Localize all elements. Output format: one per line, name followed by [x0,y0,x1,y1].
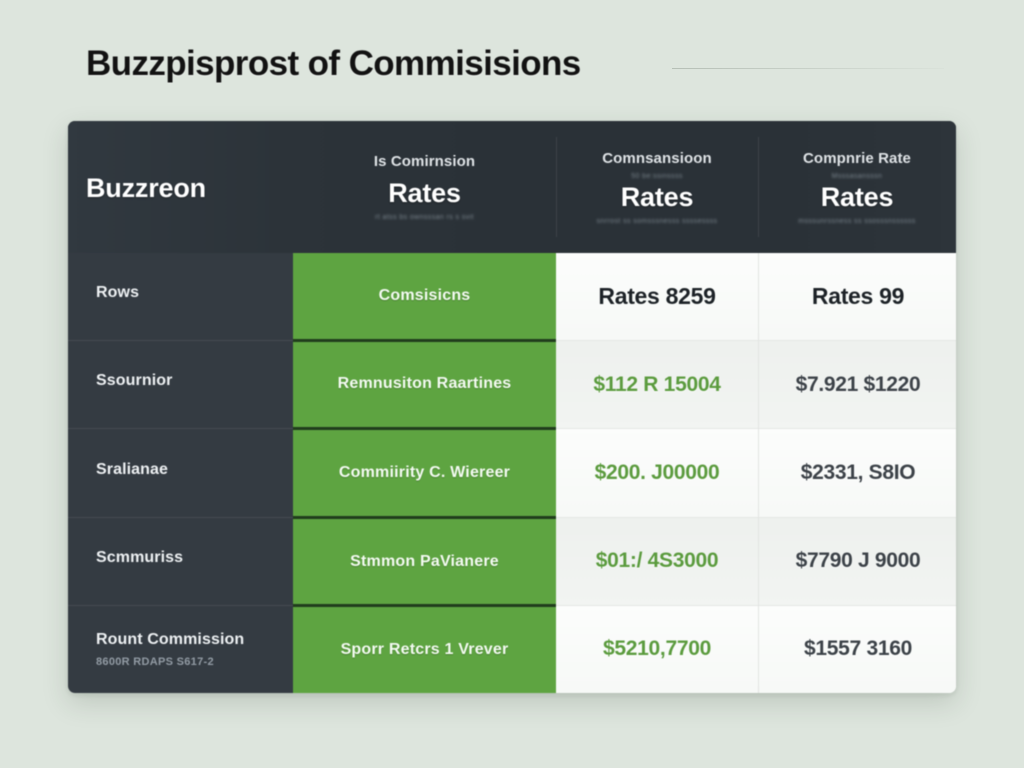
column-header-compnrie-rate[interactable]: Compnrie Rate Msssasansssn Rates msssunr… [758,121,956,253]
column-header-eyebrow: Is Comirnsion [373,153,476,170]
table-cell-green[interactable]: Commiirity C. Wiereer [293,427,556,516]
table-body: Rows Ssournior Sralianae Scmmuriss Rount… [68,253,956,693]
column-header-title: Rates [620,181,694,212]
column-header-micro-top: Msssasansssn [831,172,883,180]
column-header-title: Rates [388,178,461,208]
table-cell-value[interactable]: $200. J00000 [556,428,758,517]
table-column-commission-rates: Comsisicns Remnusiton Raartines Commiiri… [293,253,556,693]
row-label: Rows [96,284,140,302]
table-cell-green[interactable]: Stmmon PaVianere [293,515,556,605]
table-cell-value[interactable]: $1557 3160 [759,604,956,693]
cell-value: $1557 3160 [804,637,912,661]
column-header-title: Buzzreon [86,173,206,203]
table-row[interactable]: Sralianae [68,428,293,516]
cell-value: $200. J00000 [594,461,720,484]
column-header-micro-bottom: rt atss bs ownsssan rs s svit [375,214,474,221]
column-header-title: Rates [820,181,894,212]
table-column-comnsansioon-rates: Rates 8259 $112 R 15004 $200. J00000 $01… [556,253,758,693]
page-title: Buzzpisprost of Commisisions [86,44,581,83]
table-cell-value[interactable]: $01:/ 4S3000 [556,516,758,605]
row-label: Scmmuriss [96,548,184,566]
table-cell-green[interactable]: Comsisicns [293,253,556,339]
column-header-micro-top: 50 be:ssinssss [631,172,683,180]
cell-value: Commiirity C. Wiereer [338,463,511,481]
row-label: Ssournior [96,372,173,390]
cell-value: Sporr Retcrs 1 Vrever [340,641,509,659]
table-cell-green[interactable]: Remnusiton Raartines [293,338,556,428]
cell-value: $2331, S8IO [800,461,916,484]
cell-value: $7790 J 9000 [795,549,921,573]
title-divider-rule [672,68,944,69]
column-header-comnsansioon-rates[interactable]: Comnsansioon 50 be:ssinssss Rates snrros… [556,121,758,253]
column-header-commission-rates[interactable]: Is Comirnsion Rates rt atss bs ownsssan … [293,121,556,253]
row-label: Sralianae [96,460,169,478]
column-header-micro-bottom: snrrost ss somsssnesss ssssessss [596,217,718,225]
row-sublabel: 8600R RDAPS S617-2 [96,655,214,668]
cell-value: $7.921 $1220 [795,372,921,396]
commission-rates-table: Buzzreon Is Comirnsion Rates rt atss bs … [68,121,956,693]
cell-value: Rates 8259 [598,283,716,310]
cell-value: Comsisicns [378,286,471,304]
column-header-eyebrow: Compnrie Rate [803,149,911,167]
table-cell-value[interactable]: Rates 99 [759,253,956,341]
column-header-micro-bottom: msssunrssness ss ssosssnssssss [798,217,916,225]
table-row[interactable]: Rount Commission 8600R RDAPS S617-2 [68,604,293,693]
cell-value: $5210,7700 [603,637,711,661]
table-row[interactable]: Ssournior [68,340,293,428]
column-header-eyebrow: Comnsansioon [602,149,712,167]
table-cell-value[interactable]: $7.921 $1220 [759,340,956,429]
table-row[interactable]: Rows [68,253,293,340]
column-header-buzzreon[interactable]: Buzzreon [68,121,293,253]
table-cell-value[interactable]: $5210,7700 [556,604,758,693]
table-cell-value[interactable]: $2331, S8IO [759,428,956,517]
table-column-compnrie-rate: Rates 99 $7.921 $1220 $2331, S8IO $7790 … [758,253,956,693]
cell-value: Remnusiton Raartines [337,375,512,393]
table-cell-value[interactable]: $7790 J 9000 [759,516,956,605]
row-label: Rount Commission [96,630,245,648]
table-cell-green[interactable]: Sporr Retcrs 1 Vrever [293,604,556,693]
cell-value: $112 R 15004 [593,372,721,396]
cell-value: Rates 99 [811,283,905,310]
table-header-row: Buzzreon Is Comirnsion Rates rt atss bs … [68,121,956,253]
table-cell-value[interactable]: Rates 8259 [556,253,758,341]
table-column-labels: Rows Ssournior Sralianae Scmmuriss Rount… [68,253,293,693]
table-row[interactable]: Scmmuriss [68,516,293,605]
table-cell-value[interactable]: $112 R 15004 [556,340,758,429]
cell-value: $01:/ 4S3000 [595,549,719,573]
cell-value: Stmmon PaVianere [350,552,499,570]
